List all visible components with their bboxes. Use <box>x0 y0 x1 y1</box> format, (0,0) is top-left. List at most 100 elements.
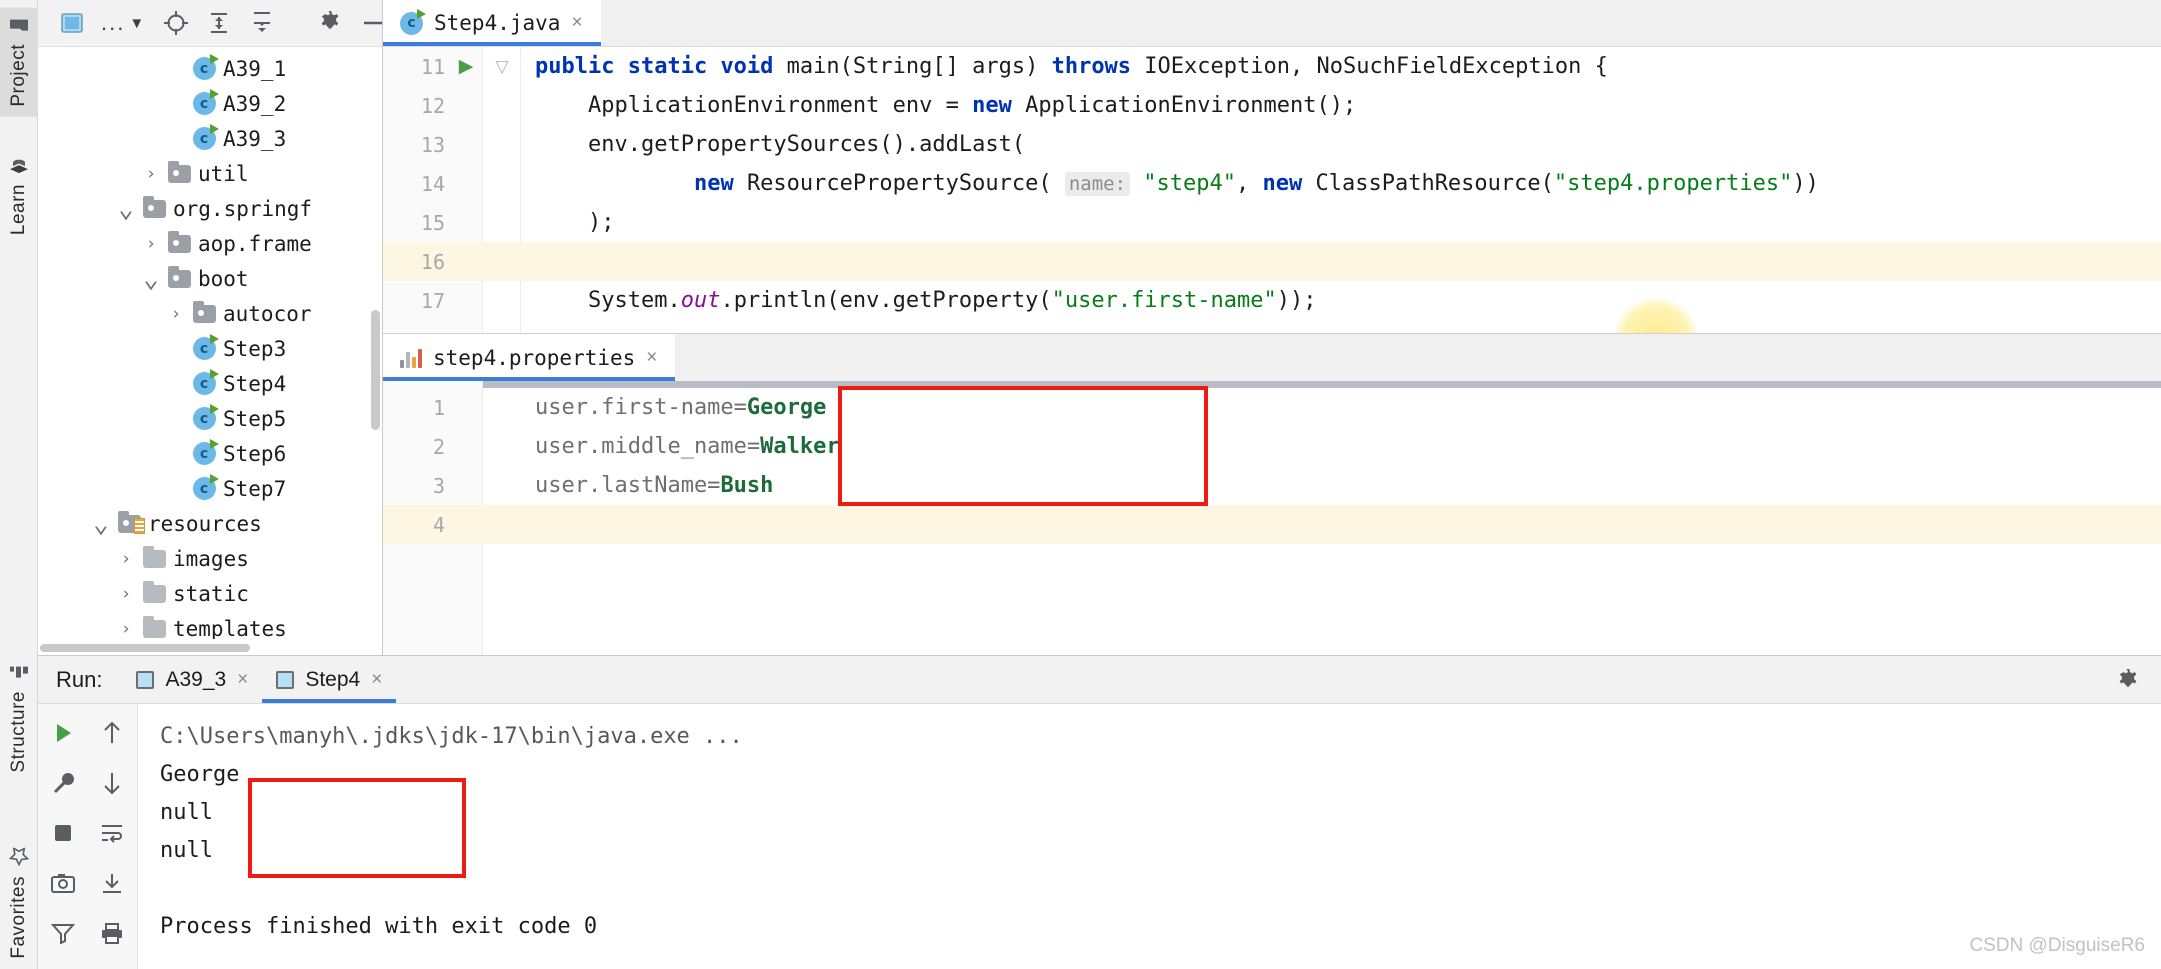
tree-node[interactable]: › static <box>38 576 382 611</box>
tree-vertical-scrollbar[interactable] <box>371 310 380 430</box>
run-console-output[interactable]: C:\Users\manyh\.jdks\jdk-17\bin\java.exe… <box>138 704 2161 969</box>
tree-node[interactable]: c Step6 <box>38 436 382 471</box>
sidebar-item-learn[interactable]: Learn <box>0 148 38 245</box>
console-line: Process finished with exit code 0 <box>160 914 598 939</box>
properties-text: user.lastName=Bush <box>535 473 773 498</box>
tree-node[interactable]: c Step5 <box>38 401 382 436</box>
tree-node[interactable]: ⌄ resources <box>38 506 382 541</box>
close-icon[interactable]: × <box>371 669 382 691</box>
run-tool-window: Run: A39_3 × Step4 × C:\Users\manyh\.jdk… <box>38 655 2161 969</box>
tab-label: step4.properties <box>433 345 636 370</box>
wrap-lines-icon[interactable] <box>95 816 129 850</box>
tree-node[interactable]: › templates <box>38 611 382 639</box>
arrow-up-icon[interactable] <box>95 716 129 750</box>
java-class-icon: c <box>189 404 219 430</box>
code-line[interactable]: 15 ); <box>383 203 2161 242</box>
tree-node-label: util <box>198 161 249 186</box>
run-tab-step4[interactable]: Step4 × <box>262 656 397 703</box>
chevron-right-icon[interactable]: › <box>113 619 139 639</box>
run-config-icon <box>276 670 295 689</box>
filter-icon[interactable] <box>46 916 80 950</box>
project-scope-dropdown[interactable]: ... ▼ <box>101 10 146 36</box>
tree-node[interactable]: c A39_2 <box>38 86 382 121</box>
properties-line[interactable]: 2 user.middle_name=Walker <box>383 427 2161 466</box>
properties-file-icon <box>400 348 422 368</box>
tab-step4-java[interactable]: c Step4.java × <box>383 0 601 46</box>
chevron-right-icon[interactable]: › <box>138 234 164 254</box>
close-icon[interactable]: × <box>571 12 582 34</box>
console-line: C:\Users\manyh\.jdks\jdk-17\bin\java.exe… <box>160 724 743 749</box>
tab-label: Step4.java <box>434 11 561 35</box>
collapse-all-icon[interactable] <box>249 10 275 36</box>
tree-node[interactable]: c Step4 <box>38 366 382 401</box>
code-line[interactable]: 11 ▶ ▽ public static void main(String[] arg… <box>383 47 2161 86</box>
printer-icon[interactable] <box>95 916 129 950</box>
code-fold-icon[interactable]: ▽ <box>487 57 517 77</box>
property-key: user.lastName= <box>535 473 721 498</box>
editor-splitter-handle[interactable] <box>383 381 2161 388</box>
properties-editor-pane: step4.properties × 1 user.first-name=Geor… <box>383 333 2161 655</box>
tab-step4-properties[interactable]: step4.properties × <box>383 334 676 381</box>
tree-node[interactable]: c Step7 <box>38 471 382 506</box>
window-icon[interactable] <box>60 10 84 36</box>
tree-node[interactable]: › aop.frame <box>38 226 382 261</box>
code-line[interactable]: 14 new ResourcePropertySource( name: "st… <box>383 164 2161 203</box>
java-class-icon: c <box>189 369 219 395</box>
code-line[interactable]: 12 ApplicationEnvironment env = new Appl… <box>383 86 2161 125</box>
chevron-right-icon[interactable]: › <box>163 304 189 324</box>
crosshair-target-icon[interactable] <box>163 10 189 36</box>
line-number: 4 <box>432 512 445 537</box>
code-line[interactable]: 17 System.out.println(env.getProperty("u… <box>383 281 2161 320</box>
tree-node-label: Step5 <box>223 406 287 431</box>
gear-icon[interactable] <box>317 10 343 36</box>
tree-node[interactable]: › util <box>38 156 382 191</box>
tree-node[interactable]: › images <box>38 541 382 576</box>
code-line[interactable]: 16 <box>383 242 2161 281</box>
structure-tab-label: Structure <box>8 691 29 773</box>
chevron-right-icon[interactable]: › <box>113 549 139 569</box>
java-code-editor[interactable]: 11 ▶ ▽ public static void main(String[] arg… <box>383 47 2161 392</box>
chevron-down-icon[interactable]: ⌄ <box>113 196 139 222</box>
tree-node[interactable]: ⌄ org.springf <box>38 191 382 226</box>
arrow-down-icon[interactable] <box>95 766 129 800</box>
properties-line[interactable]: 4 <box>383 505 2161 544</box>
sidebar-item-structure[interactable]: Structure <box>0 655 38 783</box>
camera-icon[interactable] <box>46 866 80 900</box>
properties-code-lines[interactable]: 1 user.first-name=George 2 user.middle_name… <box>383 388 2161 544</box>
run-gutter-icon[interactable]: ▶ <box>455 55 477 78</box>
expand-all-icon[interactable] <box>206 10 232 36</box>
editor-tabbar: c Step4.java × <box>383 0 2161 47</box>
project-tree[interactable]: c A39_1 c A39_2 c A39_3 › util ⌄ org.springf › ao… <box>38 47 382 639</box>
wrench-icon[interactable] <box>46 766 80 800</box>
properties-line[interactable]: 3 user.lastName=Bush <box>383 466 2161 505</box>
chevron-right-icon[interactable]: › <box>138 164 164 184</box>
tree-node-label: Step4 <box>223 371 287 396</box>
close-icon[interactable]: × <box>237 669 248 691</box>
gear-icon[interactable] <box>2115 668 2141 699</box>
run-panel-header: Run: A39_3 × Step4 × <box>38 656 2161 704</box>
close-icon[interactable]: × <box>646 347 657 369</box>
scroll-end-icon[interactable] <box>95 866 129 900</box>
tree-node[interactable]: ⌄ boot <box>38 261 382 296</box>
project-tab-label: Project <box>8 44 29 107</box>
tree-node[interactable]: c Step3 <box>38 331 382 366</box>
tree-horizontal-scrollbar[interactable] <box>38 641 382 655</box>
chevron-down-icon[interactable]: ⌄ <box>88 511 114 537</box>
tree-node[interactable]: › autocor <box>38 296 382 331</box>
sidebar-item-project[interactable]: Project <box>0 8 38 117</box>
property-value: Walker <box>760 434 840 459</box>
code-line[interactable]: 13 env.getPropertySources().addLast( <box>383 125 2161 164</box>
stop-square-icon[interactable] <box>46 816 80 850</box>
chevron-down-icon[interactable]: ⌄ <box>138 266 164 292</box>
play-icon[interactable] <box>46 716 80 750</box>
sidebar-item-favorites[interactable]: Favorites <box>0 838 38 969</box>
tree-node[interactable]: c A39_3 <box>38 121 382 156</box>
chevron-right-icon[interactable]: › <box>113 584 139 604</box>
properties-line[interactable]: 1 user.first-name=George <box>383 388 2161 427</box>
tree-node[interactable]: c A39_1 <box>38 51 382 86</box>
line-number: 2 <box>432 434 445 459</box>
run-tab-a39-3[interactable]: A39_3 × <box>122 656 262 703</box>
